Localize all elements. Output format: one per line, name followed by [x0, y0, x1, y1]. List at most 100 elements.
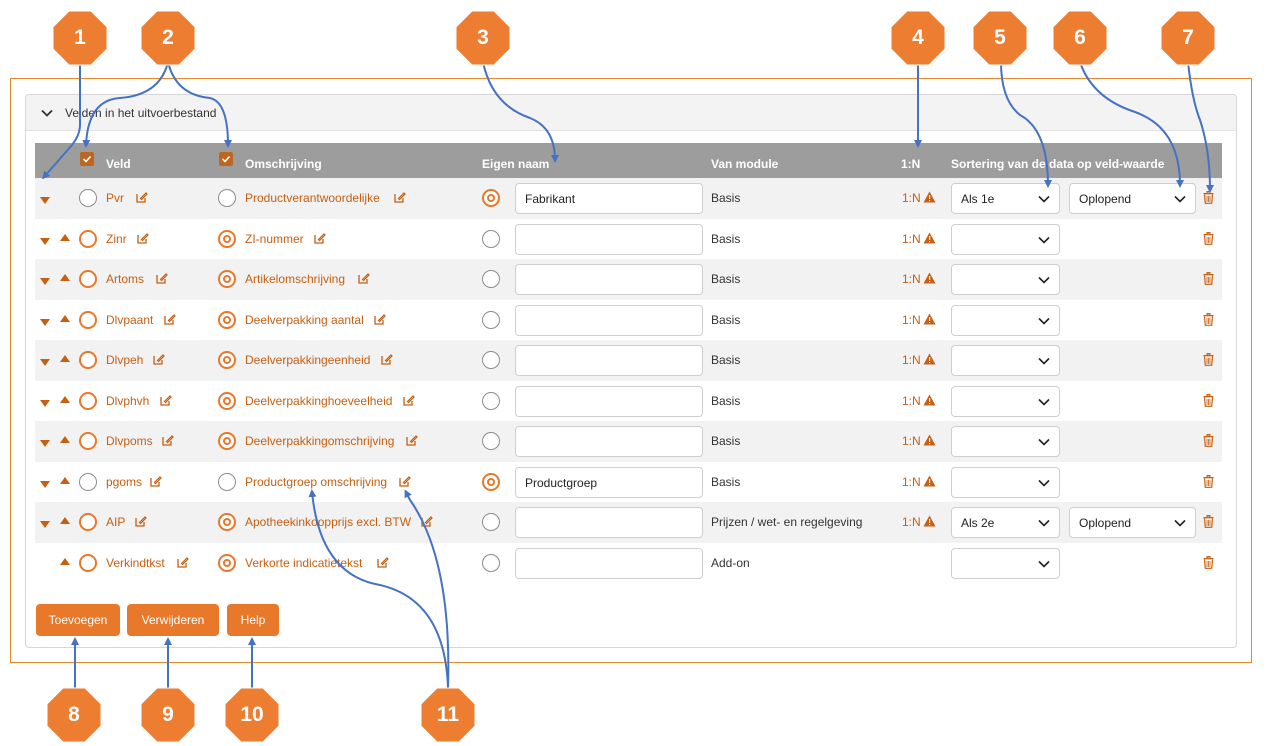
eigen-naam-input[interactable] [515, 345, 703, 376]
edit-veld-icon[interactable] [153, 353, 165, 365]
omschrijving-radio[interactable] [218, 270, 236, 288]
edit-veld-icon[interactable] [136, 191, 148, 203]
edit-omschrijving-icon[interactable] [394, 191, 406, 203]
edit-omschrijving-icon[interactable] [406, 434, 418, 446]
move-down-icon[interactable] [40, 480, 50, 488]
eigen-naam-radio[interactable] [482, 553, 500, 572]
eigen-naam-radio[interactable] [482, 513, 500, 531]
edit-omschrijving-icon[interactable] [403, 394, 415, 406]
veld-link[interactable]: Dlvpeh [106, 353, 143, 367]
edit-veld-icon[interactable] [177, 556, 189, 568]
omschrijving-radio[interactable] [218, 310, 236, 329]
help-button[interactable]: Help [227, 604, 279, 636]
omschrijving-link[interactable]: Deelverpakkinghoeveelheid [245, 394, 392, 408]
omschrijving-radio[interactable] [218, 553, 236, 572]
veld-radio[interactable] [79, 189, 97, 207]
edit-veld-icon[interactable] [160, 394, 172, 406]
veld-link[interactable]: pgoms [106, 475, 142, 489]
edit-omschrijving-icon[interactable] [381, 353, 393, 365]
select-all-omschrijving-checkbox[interactable] [219, 152, 233, 166]
eigen-naam-input[interactable]: Fabrikant [515, 183, 703, 214]
move-down-icon[interactable] [40, 278, 50, 285]
eigen-naam-input[interactable] [515, 223, 703, 255]
sort-order-select[interactable] [951, 304, 1060, 336]
eigen-naam-input[interactable] [515, 385, 703, 417]
move-up-icon[interactable] [60, 233, 70, 241]
edit-veld-icon[interactable] [162, 434, 174, 446]
move-down-icon[interactable] [40, 197, 50, 204]
sort-order-select[interactable]: Als 1e [951, 183, 1060, 214]
eigen-naam-input[interactable] [515, 304, 703, 336]
sort-order-select[interactable] [951, 223, 1060, 255]
sort-order-select[interactable] [951, 466, 1060, 498]
sort-order-select[interactable] [951, 264, 1060, 295]
veld-link[interactable]: Zinr [106, 232, 127, 246]
omschrijving-radio[interactable] [218, 351, 236, 369]
move-down-icon[interactable] [40, 399, 50, 407]
eigen-naam-input[interactable] [515, 507, 703, 538]
omschrijving-link[interactable]: Productverantwoordelijke [245, 191, 380, 205]
edit-omschrijving-icon[interactable] [374, 313, 386, 325]
omschrijving-radio[interactable] [218, 189, 236, 207]
panel-header[interactable]: Velden in het uitvoerbestand [26, 95, 1236, 131]
eigen-naam-radio[interactable] [482, 432, 500, 450]
move-down-icon[interactable] [40, 359, 50, 366]
select-all-veld-checkbox[interactable] [80, 152, 94, 166]
trash-icon[interactable] [1203, 515, 1214, 528]
veld-link[interactable]: Verkindtkst [106, 556, 165, 570]
move-up-icon[interactable] [60, 476, 70, 484]
move-down-icon[interactable] [40, 440, 50, 447]
trash-icon[interactable] [1203, 191, 1214, 204]
trash-icon[interactable] [1203, 231, 1214, 245]
eigen-naam-radio[interactable] [482, 391, 500, 410]
sort-order-select[interactable]: Als 2e [951, 507, 1060, 538]
edit-veld-icon[interactable] [137, 232, 149, 244]
omschrijving-radio[interactable] [218, 229, 236, 248]
eigen-naam-input[interactable] [515, 547, 703, 579]
veld-link[interactable]: Dlvpaant [106, 313, 153, 327]
trash-icon[interactable] [1203, 555, 1214, 569]
trash-icon[interactable] [1203, 434, 1214, 447]
veld-link[interactable]: Dlvphvh [106, 394, 149, 408]
edit-veld-icon[interactable] [135, 515, 147, 527]
omschrijving-radio[interactable] [218, 472, 236, 491]
omschrijving-link[interactable]: Apotheekinkoopprijs excl. BTW [245, 515, 411, 529]
veld-radio[interactable] [79, 472, 97, 491]
edit-omschrijving-icon[interactable] [314, 232, 326, 244]
sort-order-select[interactable] [951, 426, 1060, 457]
edit-veld-icon[interactable] [150, 475, 162, 487]
omschrijving-link[interactable]: Artikelomschrijving [245, 272, 345, 286]
move-down-icon[interactable] [40, 237, 50, 245]
omschrijving-link[interactable]: Deelverpakkingeenheid [245, 353, 370, 367]
edit-omschrijving-icon[interactable] [358, 272, 370, 284]
move-up-icon[interactable] [60, 436, 70, 443]
eigen-naam-input[interactable]: Productgroep [515, 466, 703, 498]
veld-radio[interactable] [79, 229, 97, 248]
omschrijving-radio[interactable] [218, 513, 236, 531]
sort-direction-select[interactable]: Oplopend [1069, 507, 1196, 538]
eigen-naam-radio[interactable] [482, 270, 500, 288]
move-up-icon[interactable] [60, 395, 70, 403]
move-up-icon[interactable] [60, 274, 70, 281]
omschrijving-link[interactable]: Deelverpakkingomschrijving [245, 434, 394, 448]
eigen-naam-input[interactable] [515, 264, 703, 295]
veld-link[interactable]: AIP [106, 515, 125, 529]
toevoegen-button[interactable]: Toevoegen [36, 604, 120, 636]
omschrijving-radio[interactable] [218, 432, 236, 450]
veld-radio[interactable] [79, 351, 97, 369]
move-up-icon[interactable] [60, 355, 70, 362]
omschrijving-link[interactable]: Deelverpakking aantal [245, 313, 364, 327]
chevron-down-icon[interactable] [40, 106, 54, 120]
edit-veld-icon[interactable] [156, 272, 168, 284]
veld-radio[interactable] [79, 270, 97, 288]
move-down-icon[interactable] [40, 318, 50, 326]
omschrijving-radio[interactable] [218, 391, 236, 410]
eigen-naam-radio[interactable] [482, 189, 500, 207]
move-up-icon[interactable] [60, 314, 70, 322]
eigen-naam-input[interactable] [515, 426, 703, 457]
veld-radio[interactable] [79, 553, 97, 572]
omschrijving-link[interactable]: ZI-nummer [245, 232, 304, 246]
eigen-naam-radio[interactable] [482, 310, 500, 329]
trash-icon[interactable] [1203, 353, 1214, 366]
trash-icon[interactable] [1203, 393, 1214, 407]
